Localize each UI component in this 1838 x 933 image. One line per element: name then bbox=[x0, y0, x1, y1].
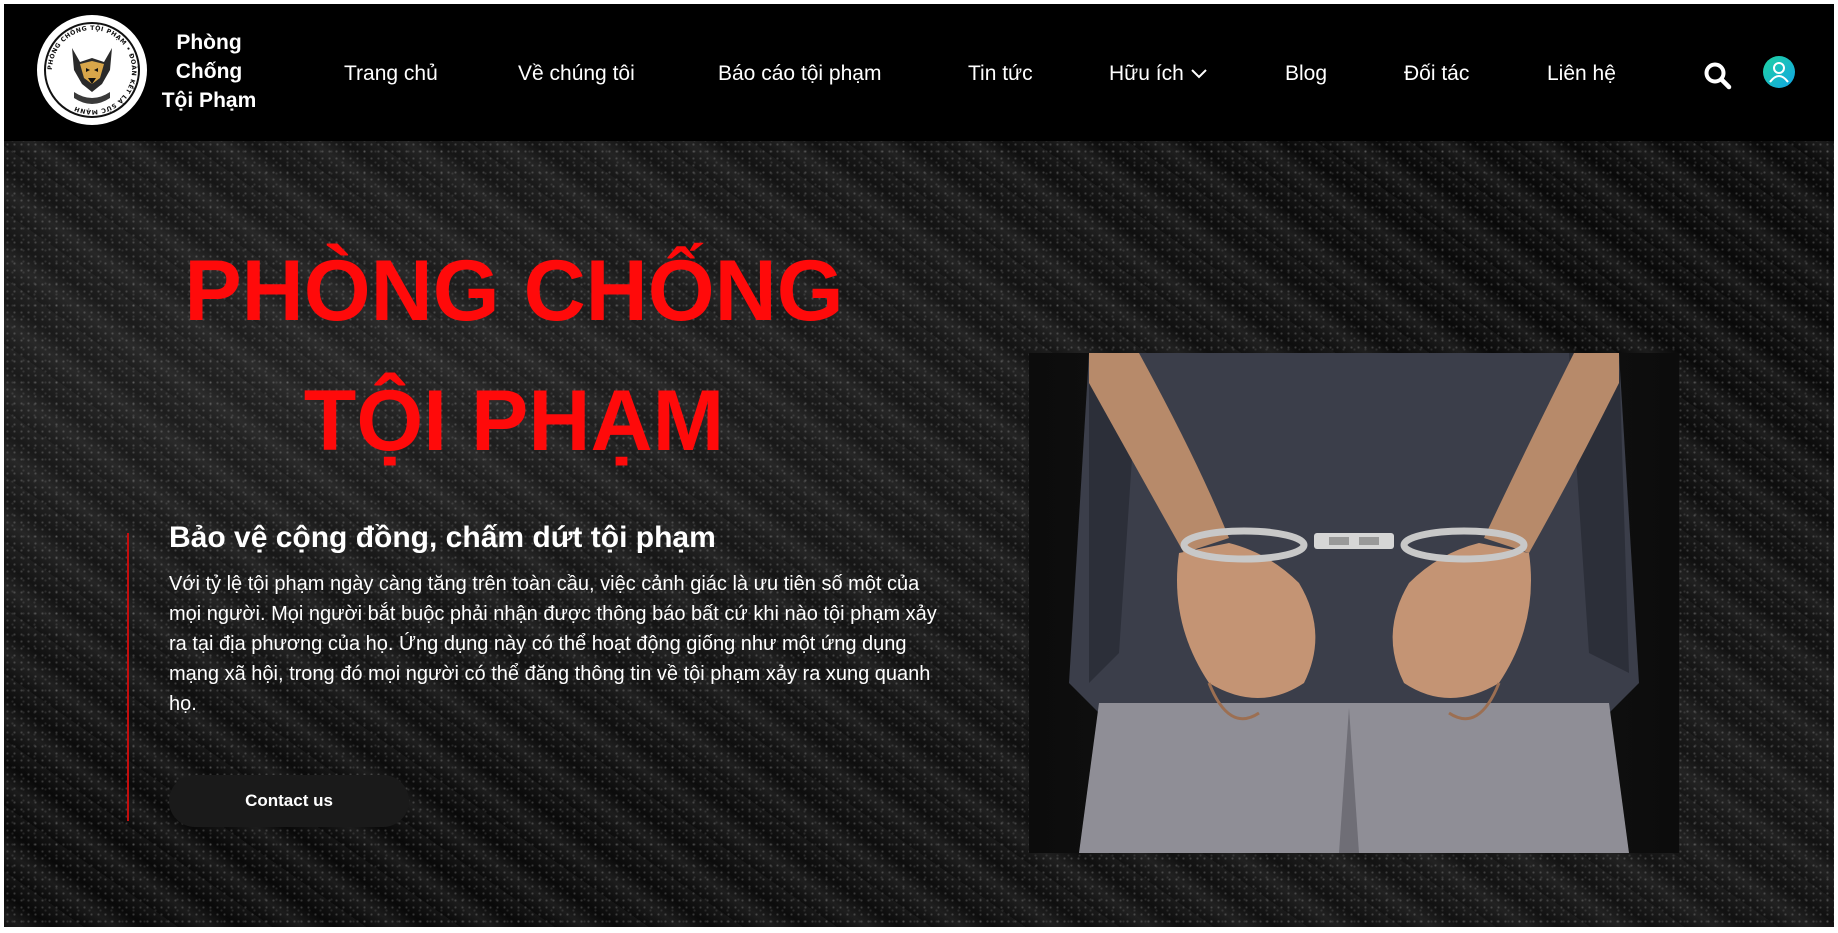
wolf-logo-icon: PHÒNG CHỐNG TỘI PHẠM • ĐOÀN KẾT LÀ SỨC M… bbox=[47, 23, 139, 115]
logo[interactable]: PHÒNG CHỐNG TỘI PHẠM • ĐOÀN KẾT LÀ SỨC M… bbox=[37, 15, 147, 125]
handcuffs-image bbox=[1069, 353, 1639, 853]
hero-title-line-1: PHÒNG CHỐNG bbox=[184, 243, 844, 339]
brand-name[interactable]: Phòng Chống Tội Phạm bbox=[154, 28, 264, 115]
nav-item-about[interactable]: Về chúng tôi bbox=[518, 62, 635, 86]
page: PHÒNG CHỐNG TỘI PHẠM • ĐOÀN KẾT LÀ SỨC M… bbox=[0, 0, 1838, 933]
hero-description: Với tỷ lệ tội phạm ngày càng tăng trên t… bbox=[169, 573, 937, 715]
nav-item-useful-label: Hữu ích bbox=[1109, 62, 1184, 85]
nav-item-home[interactable]: Trang chủ bbox=[344, 62, 438, 86]
search-icon bbox=[1704, 62, 1732, 90]
nav-item-useful[interactable]: Hữu ích bbox=[1109, 62, 1208, 86]
handcuffed-hands-photo bbox=[1029, 353, 1679, 853]
hero-subtitle: Bảo vệ cộng đồng, chấm dứt tội phạm bbox=[169, 521, 716, 554]
brand-line-3: Tội Phạm bbox=[161, 89, 257, 112]
nav-item-blog[interactable]: Blog bbox=[1285, 62, 1327, 86]
nav-item-report-crime[interactable]: Báo cáo tội phạm bbox=[718, 62, 881, 86]
nav-item-contact[interactable]: Liên hệ bbox=[1547, 62, 1616, 86]
hero-section: PHÒNG CHỐNG TỘI PHẠM Bảo vệ cộng đồng, c… bbox=[4, 141, 1834, 927]
nav-item-partners[interactable]: Đối tác bbox=[1404, 62, 1469, 86]
accent-divider bbox=[127, 533, 129, 821]
search-button[interactable] bbox=[1702, 60, 1734, 92]
hero-title-line-2: TỘI PHẠM bbox=[303, 373, 725, 469]
nav-item-news[interactable]: Tin tức bbox=[968, 62, 1033, 86]
user-account-button[interactable] bbox=[1763, 56, 1795, 88]
brand-line-2: Chống bbox=[175, 60, 243, 83]
contact-us-button[interactable]: Contact us bbox=[169, 775, 409, 827]
user-icon bbox=[1769, 62, 1789, 83]
chevron-down-icon bbox=[1191, 69, 1207, 79]
site-header: PHÒNG CHỐNG TỘI PHẠM • ĐOÀN KẾT LÀ SỨC M… bbox=[4, 4, 1834, 141]
brand-line-1: Phòng bbox=[176, 31, 242, 54]
